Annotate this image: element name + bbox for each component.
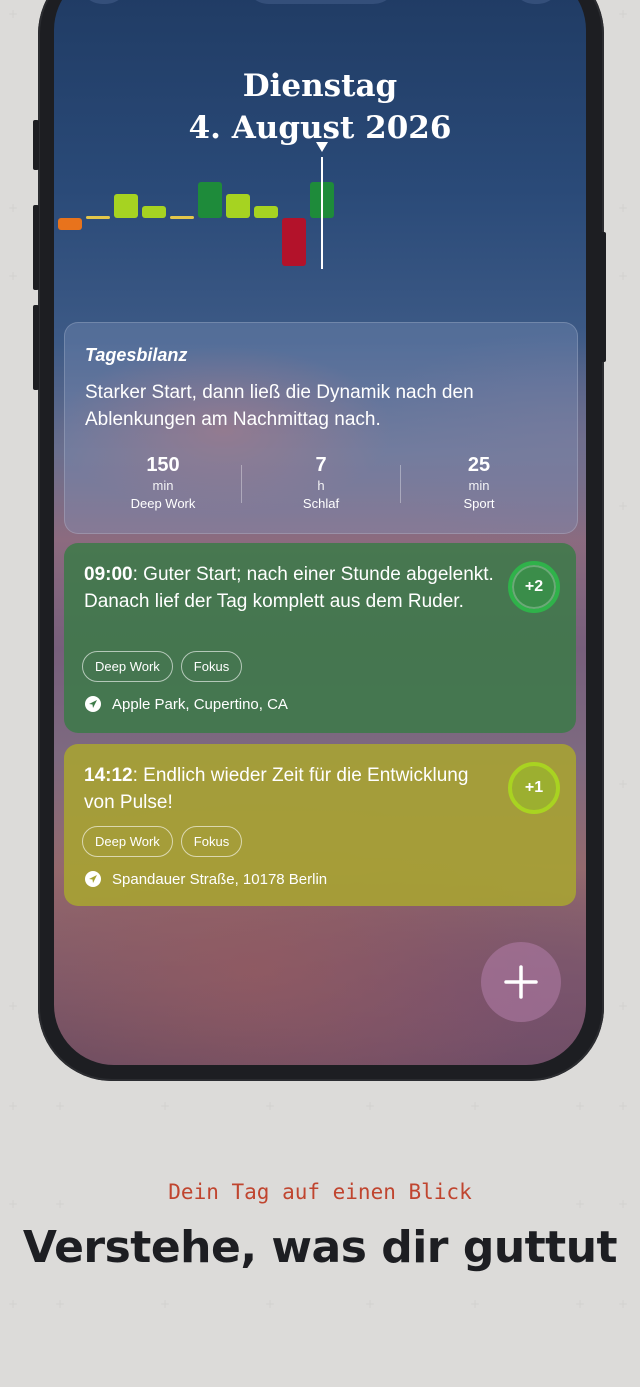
location-label: Spandauer Straße, 10178 Berlin — [112, 870, 328, 888]
entry-time: 09:00 — [84, 564, 133, 585]
date-title: 4. August 2026 — [188, 110, 452, 146]
mood-bar — [282, 218, 306, 266]
entry-description: : Guter Start; nach einer Stunde abgelen… — [84, 564, 494, 612]
grid-plus-mark: + — [160, 1099, 171, 1113]
mood-bar — [86, 216, 110, 219]
stat-sleep: 7 h Schlaf — [251, 453, 391, 513]
grid-plus-mark: + — [8, 999, 19, 1013]
entry-text: 14:12: Endlich wieder Zeit für die Entwi… — [84, 762, 494, 816]
tag-chip[interactable]: Deep Work — [82, 826, 173, 857]
stat-divider — [241, 465, 242, 503]
grid-plus-mark: + — [365, 1099, 376, 1113]
mood-bar — [58, 218, 82, 230]
stat-value: 25 — [467, 454, 491, 476]
grid-plus-mark: + — [575, 1297, 586, 1311]
grid-plus-mark: + — [618, 999, 629, 1013]
grid-plus-mark: + — [618, 777, 629, 791]
grid-plus-mark: + — [8, 201, 19, 215]
summary-description: Starker Start, dann ließ die Dynamik nac… — [85, 382, 474, 430]
grid-plus-mark: + — [55, 1297, 66, 1311]
caption-headline: Verstehe, was dir guttut — [22, 1222, 618, 1273]
grid-plus-mark: + — [8, 269, 19, 283]
score-badge: +2 — [508, 561, 560, 613]
mood-bar — [170, 216, 194, 219]
mood-chart — [54, 142, 586, 305]
mood-bar — [226, 194, 250, 218]
entry-time: 14:12 — [84, 765, 133, 786]
phone-power-button — [600, 232, 606, 362]
stat-value: 7 — [315, 454, 327, 476]
summary-heading: Tagesbilanz — [85, 345, 188, 365]
grid-plus-mark: + — [265, 1297, 276, 1311]
caption-subtitle: Dein Tag auf einen Blick — [168, 1180, 472, 1204]
stat-value: 150 — [146, 454, 180, 476]
summary-card[interactable]: Tagesbilanz Starker Start, dann ließ die… — [64, 322, 578, 534]
phone-volume-down — [33, 305, 39, 390]
entry-location: Apple Park, Cupertino, CA — [84, 695, 288, 713]
grid-plus-mark: + — [618, 269, 629, 283]
grid-plus-mark: + — [618, 1297, 629, 1311]
current-marker-icon — [316, 142, 328, 152]
app-screen: Dienstag 4. August 2026 Tagesbilanz Star… — [54, 0, 586, 1065]
add-entry-button[interactable] — [481, 942, 561, 1022]
mood-bar — [254, 206, 278, 218]
tag-chip[interactable]: Deep Work — [82, 651, 173, 682]
mood-bar — [114, 194, 138, 218]
grid-plus-mark: + — [618, 499, 629, 513]
location-label: Apple Park, Cupertino, CA — [112, 695, 288, 713]
stat-label: Schlaf — [302, 496, 340, 511]
grid-plus-mark: + — [365, 1297, 376, 1311]
settings-button[interactable] — [510, 0, 562, 4]
grid-plus-mark: + — [575, 1099, 586, 1113]
grid-plus-mark: + — [55, 1099, 66, 1113]
tag-chip[interactable]: Fokus — [180, 826, 243, 857]
entry-text: 09:00: Guter Start; nach einer Stunde ab… — [84, 561, 494, 615]
grid-plus-mark: + — [618, 7, 629, 21]
entry-tags: Deep Work Fokus — [82, 651, 243, 682]
weekday-title: Dienstag — [242, 68, 398, 104]
entry-location: Spandauer Straße, 10178 Berlin — [84, 870, 327, 888]
location-icon — [85, 871, 101, 887]
location-icon — [85, 696, 101, 712]
stat-unit: min — [152, 478, 174, 493]
grid-plus-mark: + — [470, 1297, 481, 1311]
mood-bar — [142, 206, 166, 218]
entry-card[interactable]: 09:00: Guter Start; nach einer Stunde ab… — [64, 543, 576, 733]
grid-plus-mark: + — [265, 1099, 276, 1113]
grid-plus-mark: + — [8, 1297, 19, 1311]
grid-plus-mark: + — [470, 1099, 481, 1113]
stat-sport: 25 min Sport — [409, 453, 549, 513]
plus-icon — [504, 965, 538, 999]
stat-unit: h — [317, 478, 325, 493]
phone-side-button — [33, 120, 39, 170]
current-marker-line — [321, 157, 323, 269]
stat-label: Deep Work — [130, 496, 196, 511]
grid-plus-mark: + — [8, 7, 19, 21]
view-switcher — [244, 0, 398, 4]
entry-description: : Endlich wieder Zeit für die Entwicklun… — [84, 765, 469, 813]
stat-deep-work: 150 min Deep Work — [93, 453, 233, 513]
grid-plus-mark: + — [618, 1099, 629, 1113]
stat-unit: min — [468, 478, 490, 493]
entry-tags: Deep Work Fokus — [82, 826, 243, 857]
phone-volume-up — [33, 205, 39, 290]
grid-plus-mark: + — [160, 1297, 171, 1311]
entry-card[interactable]: 14:12: Endlich wieder Zeit für die Entwi… — [64, 744, 576, 906]
mood-bar — [198, 182, 222, 218]
sparkles-button[interactable] — [78, 0, 130, 4]
stat-label: Sport — [463, 496, 495, 511]
grid-plus-mark: + — [618, 201, 629, 215]
score-badge: +1 — [508, 762, 560, 814]
stat-divider — [400, 465, 401, 503]
grid-plus-mark: + — [8, 1099, 19, 1113]
tag-chip[interactable]: Fokus — [180, 651, 243, 682]
